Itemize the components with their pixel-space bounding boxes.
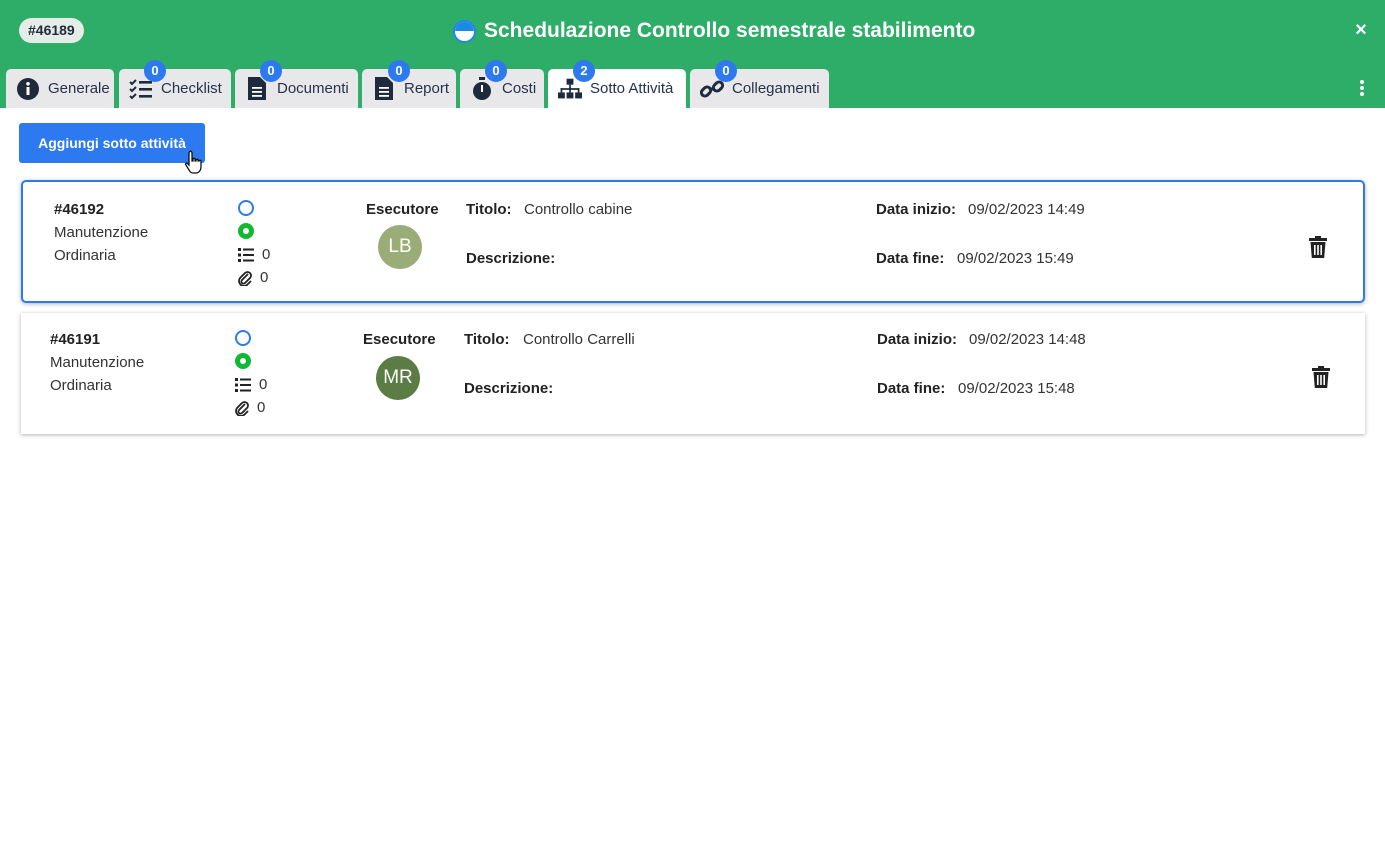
tab-label: Generale [48, 80, 110, 97]
checklist-count: 0 [235, 376, 267, 393]
subtask-id: #46192 [54, 201, 105, 218]
executor-label: Esecutore [366, 201, 439, 218]
priority-dot-icon [238, 223, 254, 239]
info-circle-icon [16, 77, 40, 101]
tab-count-badge: 0 [485, 60, 507, 82]
list-icon [238, 247, 254, 262]
tab-label: Sotto Attività [590, 80, 674, 97]
tab-count-badge: 0 [144, 60, 166, 82]
start-date-value: 09/02/2023 14:48 [969, 331, 1086, 348]
avatar: MR [376, 356, 420, 400]
subtask-id: #46191 [50, 331, 101, 348]
tab-count-badge: 0 [388, 60, 410, 82]
subtask-category: Ordinaria [54, 247, 116, 264]
tab-count-badge: 2 [573, 60, 595, 82]
activity-id-badge: #46189 [19, 18, 84, 43]
title-label: Titolo: [466, 201, 512, 218]
start-date-value: 09/02/2023 14:49 [968, 201, 1085, 218]
hand-cursor-icon [184, 150, 202, 174]
status-ring-icon [238, 200, 254, 216]
tab-label: Report [404, 80, 450, 97]
half-circle-status-icon [453, 19, 476, 43]
more-options-icon[interactable] [1356, 78, 1368, 98]
executor-label: Esecutore [363, 331, 436, 348]
tab-collegamenti[interactable]: Collegamenti 0 [690, 60, 829, 108]
tab-costi[interactable]: Costi 0 [460, 60, 544, 108]
tab-label: Checklist [161, 80, 222, 97]
status-ring-icon [235, 330, 251, 346]
tab-label: Documenti [277, 80, 349, 97]
subtask-card[interactable]: #46191 Manutenzione Ordinaria 0 0 Esecut… [21, 313, 1365, 434]
end-date-label: Data fine: [877, 380, 946, 397]
end-date-label: Data fine: [876, 250, 945, 267]
subtask-type: Manutenzione [54, 224, 149, 241]
window-title: Schedulazione Controllo semestrale stabi… [484, 19, 976, 42]
subtask-type: Manutenzione [50, 354, 145, 371]
window-title-wrap: Schedulazione Controllo semestrale stabi… [453, 16, 975, 46]
avatar: LB [378, 225, 422, 269]
checklist-count-value: 0 [262, 246, 271, 263]
add-subtask-button[interactable]: Aggiungi sotto attività [19, 123, 205, 163]
subtask-title: Controllo cabine [524, 201, 633, 218]
start-date-label: Data inizio: [876, 201, 957, 218]
tab-count-badge: 0 [715, 60, 737, 82]
window-header: #46189 Schedulazione Controllo semestral… [0, 0, 1385, 108]
tab-label: Collegamenti [732, 80, 820, 97]
checklist-count: 0 [238, 246, 270, 263]
attachments-count: 0 [235, 399, 265, 416]
priority-dot-icon [235, 353, 251, 369]
subtask-category: Ordinaria [50, 377, 112, 394]
description-label: Descrizione: [464, 380, 554, 397]
tab-sotto-attivita[interactable]: Sotto Attività 2 [548, 60, 686, 108]
title-label: Titolo: [464, 331, 510, 348]
tab-checklist[interactable]: Checklist 0 [119, 60, 231, 108]
description-label: Descrizione: [466, 250, 556, 267]
subtask-title: Controllo Carrelli [523, 331, 635, 348]
checklist-count-value: 0 [259, 376, 268, 393]
subtask-card[interactable]: #46192 Manutenzione Ordinaria 0 0 Esecut… [21, 180, 1365, 303]
end-date-value: 09/02/2023 15:48 [958, 380, 1075, 397]
close-button[interactable]: × [1352, 19, 1370, 41]
end-date-value: 09/02/2023 15:49 [957, 250, 1074, 267]
trash-icon[interactable] [1309, 236, 1327, 258]
attachments-count-value: 0 [257, 399, 266, 416]
tab-documenti[interactable]: Documenti 0 [235, 60, 358, 108]
tab-label: Costi [502, 80, 537, 97]
tab-generale[interactable]: Generale [6, 69, 114, 108]
attachments-count: 0 [238, 269, 268, 286]
attachments-count-value: 0 [260, 269, 269, 286]
start-date-label: Data inizio: [877, 331, 958, 348]
paperclip-icon [238, 270, 252, 286]
tab-count-badge: 0 [260, 60, 282, 82]
trash-icon[interactable] [1312, 366, 1330, 388]
paperclip-icon [235, 400, 249, 416]
tab-report[interactable]: Report 0 [362, 60, 456, 108]
list-icon [235, 377, 251, 392]
